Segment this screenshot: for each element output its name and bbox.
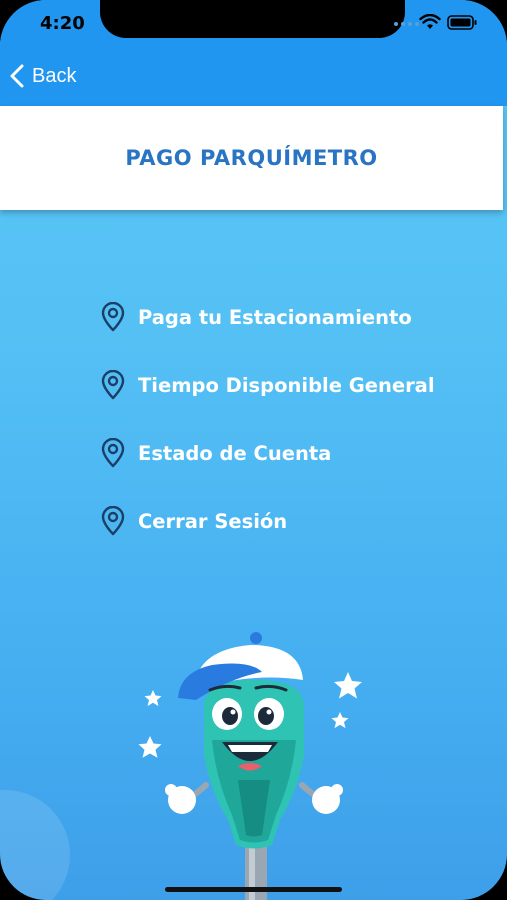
menu-item-account-statement[interactable]: Estado de Cuenta	[100, 436, 435, 470]
page-title: PAGO PARQUÍMETRO	[125, 146, 378, 170]
menu-item-label: Estado de Cuenta	[138, 441, 332, 465]
home-indicator	[165, 887, 342, 892]
status-time: 4:20	[40, 13, 85, 34]
menu-item-logout[interactable]: Cerrar Sesión	[100, 504, 435, 538]
menu-item-pay-parking[interactable]: Paga tu Estacionamiento	[100, 300, 435, 334]
location-pin-icon	[101, 438, 125, 468]
location-pin-icon	[101, 302, 125, 332]
back-label: Back	[32, 64, 77, 87]
wifi-icon	[419, 14, 441, 29]
status-bar: 4:20	[0, 0, 507, 50]
navigation-bar: Back	[0, 50, 507, 106]
header-card: PAGO PARQUÍMETRO	[0, 106, 503, 210]
chevron-left-icon	[10, 64, 24, 88]
cellular-dots-icon	[394, 22, 419, 26]
menu-item-available-time[interactable]: Tiempo Disponible General	[100, 368, 435, 402]
location-pin-icon	[101, 506, 125, 536]
menu-item-label: Paga tu Estacionamiento	[138, 305, 412, 329]
app-screen: 4:20 Back PAGO PARQUÍMETRO Paga tu Estac…	[0, 0, 507, 900]
menu-item-label: Tiempo Disponible General	[138, 373, 435, 397]
main-menu: Paga tu Estacionamiento Tiempo Disponibl…	[100, 300, 435, 572]
star-icon	[144, 690, 162, 707]
star-icon	[331, 712, 349, 729]
parking-meter-mascot-illustration	[138, 632, 362, 900]
battery-icon	[447, 14, 477, 30]
location-pin-icon	[101, 370, 125, 400]
star-icon	[334, 672, 362, 699]
menu-item-label: Cerrar Sesión	[138, 509, 288, 533]
device-notch	[100, 0, 405, 38]
back-button[interactable]: Back	[10, 64, 76, 88]
star-icon	[138, 736, 162, 758]
